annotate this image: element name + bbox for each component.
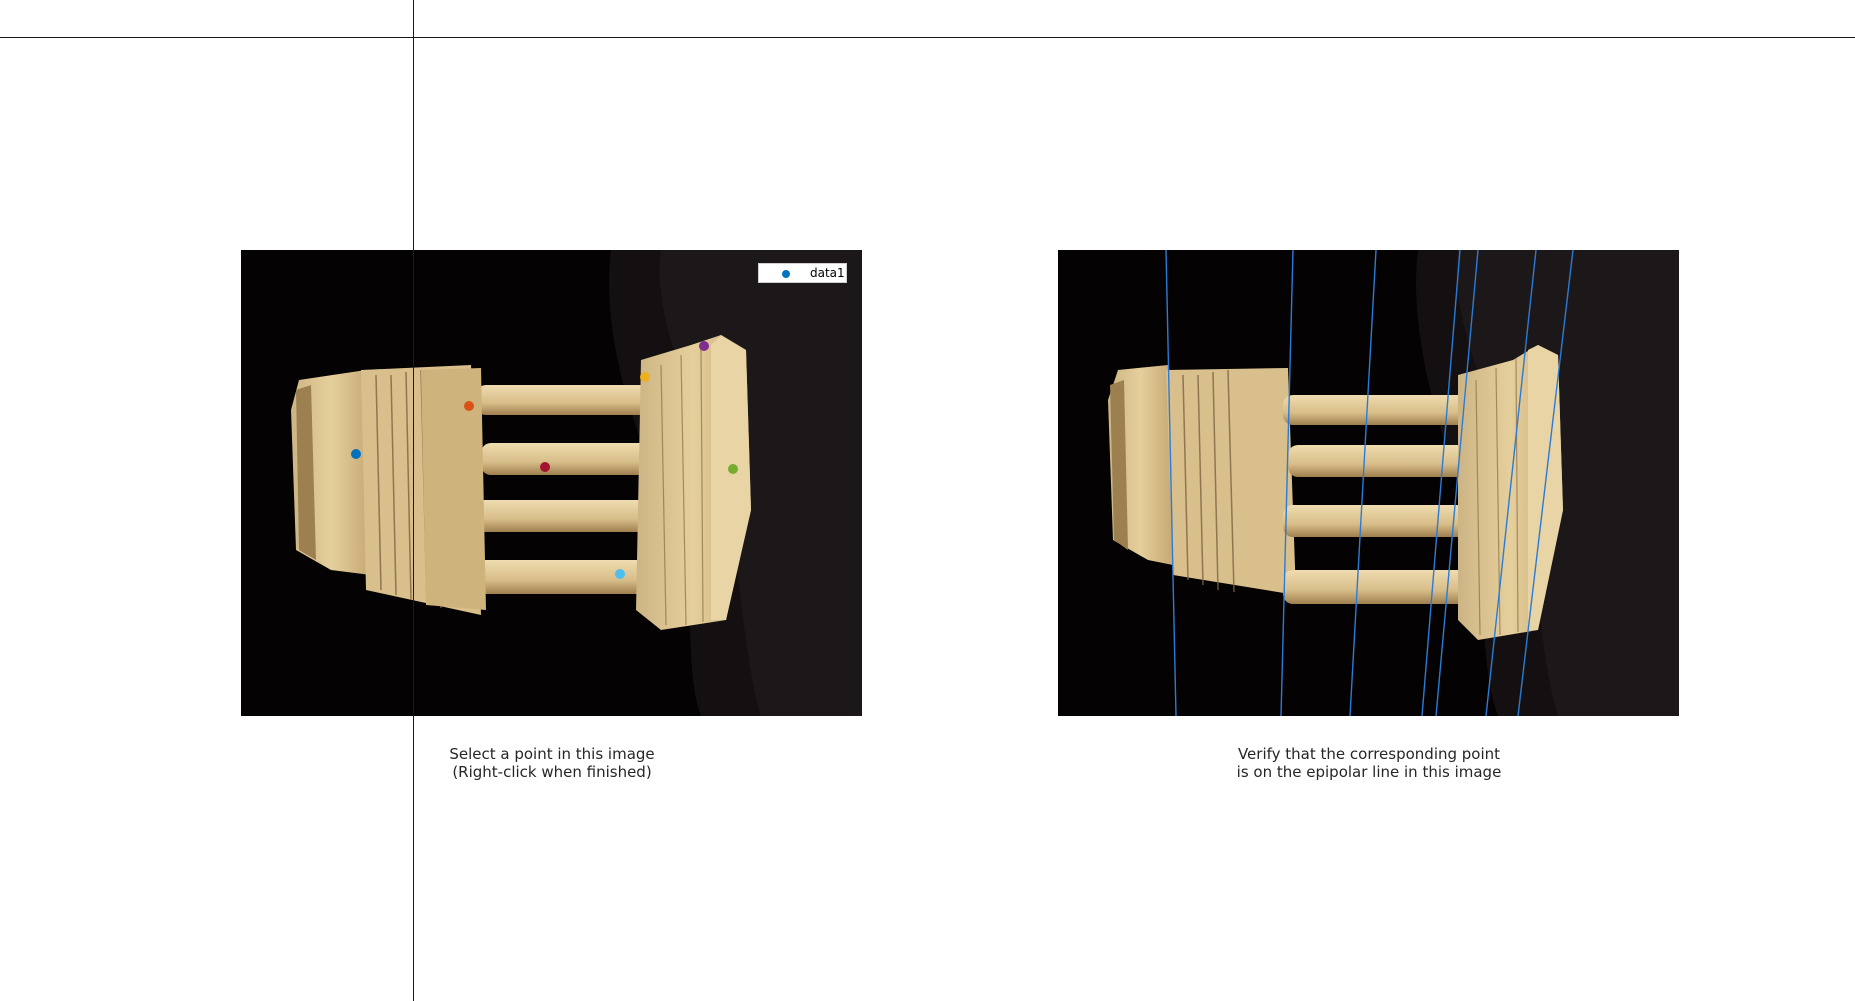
left-caption-line1: Select a point in this image <box>449 745 655 763</box>
legend-marker <box>782 270 790 278</box>
right-axes-caption: Verify that the corresponding point is o… <box>1169 745 1569 781</box>
selected-point[interactable] <box>615 569 625 579</box>
selected-point[interactable] <box>699 341 709 351</box>
selected-point[interactable] <box>540 462 550 472</box>
right-caption-line1: Verify that the corresponding point <box>1237 745 1501 763</box>
legend-label: data1 <box>810 266 845 280</box>
left-image-axes[interactable]: data1 <box>241 250 862 716</box>
left-temple-image[interactable] <box>241 250 862 716</box>
right-temple-image[interactable] <box>1058 250 1679 716</box>
selected-point[interactable] <box>464 401 474 411</box>
figure-window[interactable]: data1 Select a point in this image (Righ… <box>0 0 1855 1001</box>
left-axes-caption: Select a point in this image (Right-clic… <box>352 745 752 781</box>
selected-point[interactable] <box>351 449 361 459</box>
selected-point[interactable] <box>640 372 650 382</box>
crosshair-vertical <box>413 0 414 1001</box>
left-caption-line2: (Right-click when finished) <box>452 763 652 781</box>
right-caption-line2: is on the epipolar line in this image <box>1236 763 1502 781</box>
selected-point[interactable] <box>728 464 738 474</box>
crosshair-horizontal <box>0 37 1855 38</box>
right-image-axes[interactable] <box>1058 250 1679 716</box>
legend[interactable]: data1 <box>758 263 847 283</box>
